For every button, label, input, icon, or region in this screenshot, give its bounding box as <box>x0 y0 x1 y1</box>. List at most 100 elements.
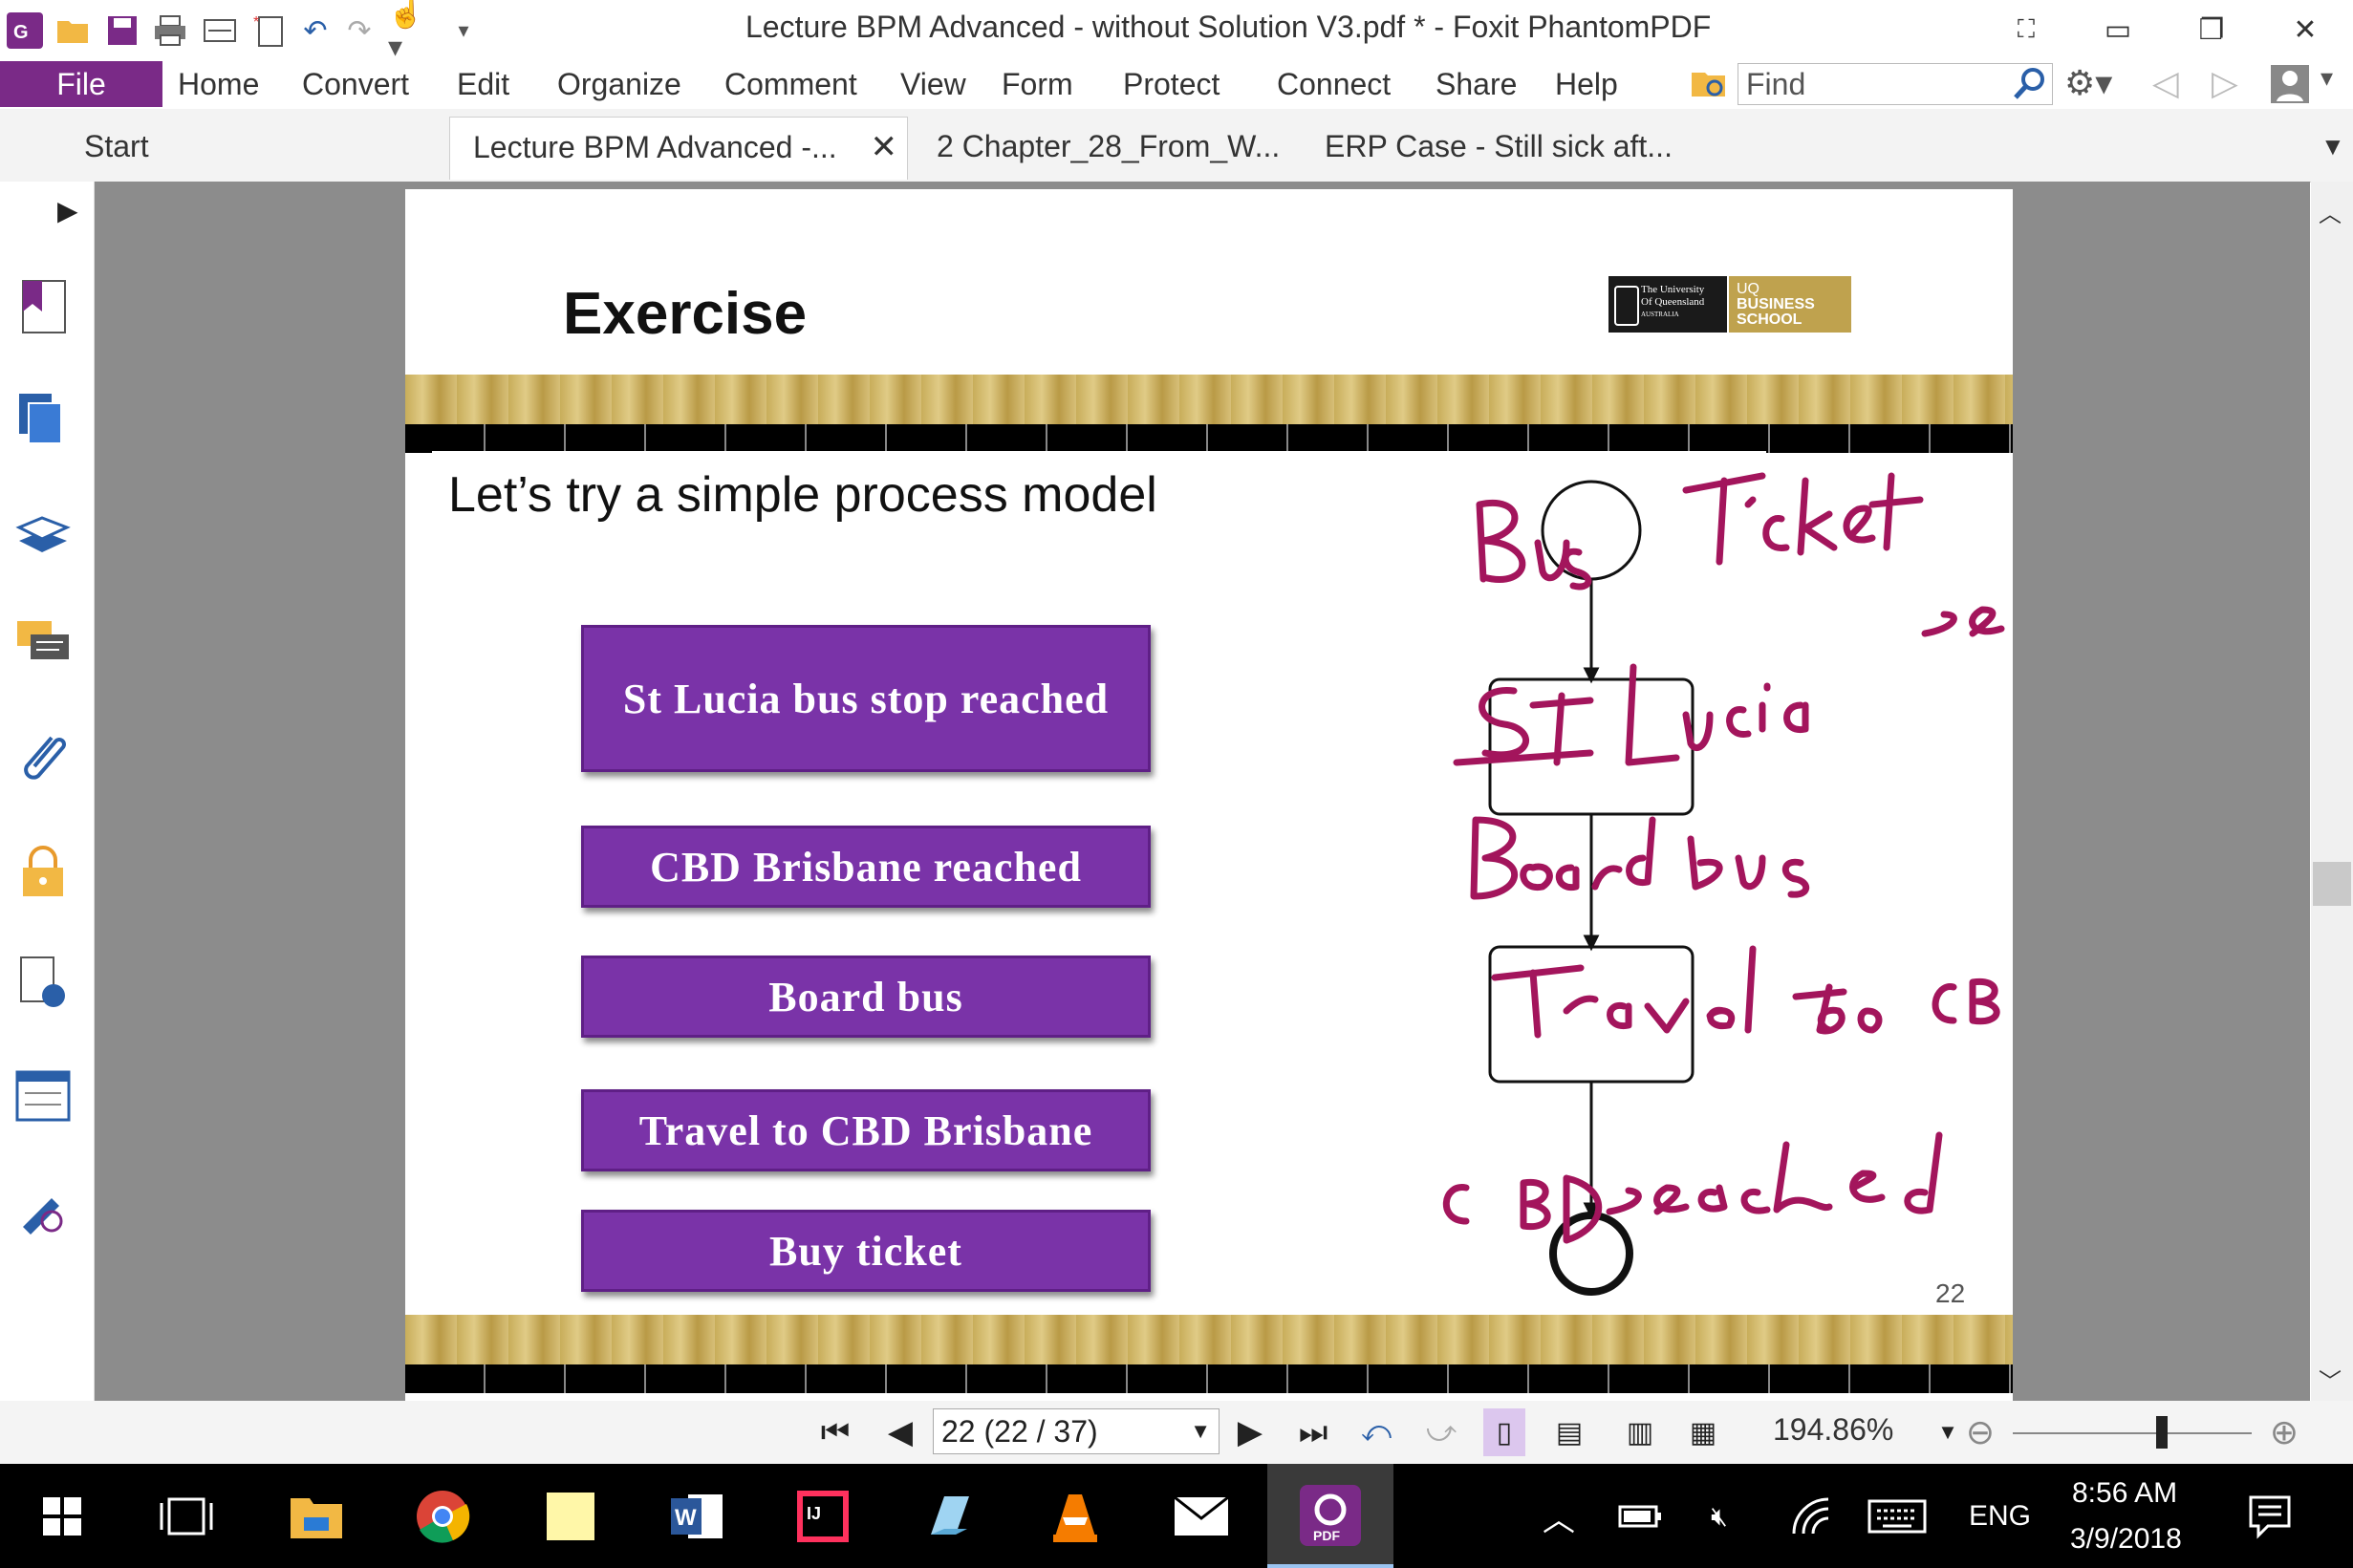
ribbon-display-icon[interactable]: ▭ <box>2089 6 2147 54</box>
zoom-slider-thumb[interactable] <box>2156 1416 2168 1449</box>
security-icon[interactable] <box>13 841 73 900</box>
pages-icon[interactable] <box>13 390 73 449</box>
file-explorer-icon[interactable] <box>285 1485 348 1548</box>
close-tab-icon[interactable]: ✕ <box>871 118 898 177</box>
keyboard-icon[interactable] <box>1866 1485 1929 1548</box>
menu-connect[interactable]: Connect <box>1277 67 1391 102</box>
page-dropdown-icon[interactable]: ▼ <box>1190 1409 1211 1453</box>
print-icon[interactable] <box>151 10 189 52</box>
open-folder-icon[interactable] <box>54 10 92 52</box>
foxit-logo-icon[interactable]: G <box>6 10 44 52</box>
signature-icon[interactable] <box>13 1179 73 1238</box>
tab-lecture-bpm[interactable]: Lecture BPM Advanced -... ✕ <box>449 117 908 180</box>
tab-list-dropdown-icon[interactable]: ▼ <box>2321 132 2345 161</box>
redo-icon[interactable]: ↷ <box>340 10 378 52</box>
paint-icon[interactable] <box>917 1485 981 1548</box>
battery-icon[interactable] <box>1609 1485 1673 1548</box>
menu-comment[interactable]: Comment <box>724 67 857 102</box>
clock-time[interactable]: 8:56 AM <box>2072 1477 2177 1510</box>
customize-dropdown-icon[interactable]: ▾ <box>449 10 478 52</box>
find-input[interactable]: Find <box>1738 63 2053 105</box>
mute-icon[interactable]: 🔇︎ <box>1688 1485 1751 1548</box>
fullscreen-icon[interactable]: ⛶ <box>1997 6 2055 54</box>
mail-icon[interactable] <box>1170 1485 1233 1548</box>
next-view-icon[interactable]: ⤻ <box>1420 1408 1462 1456</box>
continuous-page-icon[interactable]: ▤ <box>1548 1408 1590 1456</box>
ink-reached-top <box>1921 606 2005 637</box>
scroll-thumb[interactable] <box>2313 862 2351 906</box>
tab-chapter-28[interactable]: 2 Chapter_28_From_W... <box>914 117 1296 180</box>
menu-edit[interactable]: Edit <box>457 67 509 102</box>
attachments-icon[interactable] <box>13 728 73 787</box>
bookmark-icon[interactable] <box>13 277 73 336</box>
zoom-in-icon[interactable]: ⊕ <box>2263 1408 2305 1456</box>
layers-icon[interactable] <box>13 503 73 562</box>
intellij-icon[interactable]: IJ <box>791 1485 854 1548</box>
new-icon[interactable]: * <box>250 10 289 52</box>
last-page-icon[interactable]: ⏭ <box>1292 1408 1334 1456</box>
close-icon[interactable]: ✕ <box>2277 6 2334 54</box>
expand-arrow-icon[interactable]: ▶ <box>57 195 78 226</box>
menu-view[interactable]: View <box>900 67 966 102</box>
action-center-icon[interactable] <box>2238 1485 2301 1548</box>
vertical-scrollbar[interactable]: ︿ ﹀ <box>2311 182 2353 1401</box>
chrome-icon[interactable] <box>411 1485 474 1548</box>
forward-arrow-icon[interactable]: ▷ <box>2212 63 2238 103</box>
facing-pages-icon[interactable]: ▥ <box>1619 1408 1661 1456</box>
undo-icon[interactable]: ↶ <box>296 10 335 52</box>
scan-icon[interactable] <box>201 10 239 52</box>
wifi-icon[interactable] <box>1780 1485 1843 1548</box>
menu-home[interactable]: Home <box>178 67 259 102</box>
menu-form[interactable]: Form <box>1002 67 1073 102</box>
document-viewport[interactable]: Exercise The University Of Queensland AU… <box>95 182 2310 1401</box>
scroll-up-icon[interactable]: ︿ <box>2319 195 2342 228</box>
menu-organize[interactable]: Organize <box>557 67 681 102</box>
save-icon[interactable] <box>103 10 141 52</box>
menu-convert[interactable]: Convert <box>302 67 409 102</box>
menu-protect[interactable]: Protect <box>1123 67 1220 102</box>
find-tool-icon[interactable] <box>1688 63 1730 105</box>
restore-icon[interactable]: ❐ <box>2183 6 2240 54</box>
previous-page-icon[interactable]: ◀ <box>879 1408 921 1456</box>
tab-erp-case[interactable]: ERP Case - Still sick aft... <box>1302 117 1703 180</box>
tab-label: Lecture BPM Advanced -... <box>473 130 837 164</box>
title-bar: G * ↶ ↷ ☝▾ ▾ Lecture BPM Advanced - with… <box>0 0 2353 63</box>
zoom-out-icon[interactable]: ⊖ <box>1959 1408 2001 1456</box>
previous-view-icon[interactable]: ⤺ <box>1355 1408 1397 1456</box>
single-page-icon[interactable]: ▯ <box>1483 1408 1525 1456</box>
hand-tool-icon[interactable]: ☝▾ <box>388 0 436 63</box>
first-page-icon[interactable]: ⏮ <box>814 1408 856 1456</box>
show-hidden-icon[interactable]: ︿ <box>1527 1485 1590 1548</box>
clock-date[interactable]: 3/9/2018 <box>2070 1523 2182 1556</box>
vlc-icon[interactable] <box>1044 1485 1107 1548</box>
fields-icon[interactable] <box>13 1066 73 1126</box>
svg-text:W: W <box>675 1505 697 1531</box>
task-view-icon[interactable] <box>155 1485 218 1548</box>
more-dropdown-icon[interactable]: ▾ <box>2321 63 2333 93</box>
tab-start[interactable]: Start <box>61 117 443 180</box>
next-page-icon[interactable]: ▶ <box>1229 1408 1271 1456</box>
navigation-panel: ▶ <box>0 182 95 1401</box>
zoom-level[interactable]: 194.86% <box>1773 1412 1893 1448</box>
continuous-facing-icon[interactable]: ▦ <box>1682 1408 1724 1456</box>
foxit-taskbar-active[interactable]: PDF <box>1267 1464 1393 1568</box>
language-indicator[interactable]: ENG <box>1969 1500 2031 1533</box>
search-icon[interactable] <box>2011 65 2049 103</box>
start-event-circle <box>1541 480 1642 581</box>
word-icon[interactable]: W <box>665 1485 728 1548</box>
status-bar: ⏮ ◀ 22 (22 / 37) ▼ ▶ ⏭ ⤺ ⤻ ▯ ▤ ▥ ▦ 194.8… <box>0 1401 2353 1464</box>
page-number-select[interactable]: 22 (22 / 37) ▼ <box>933 1408 1220 1454</box>
settings-gear-icon[interactable]: ⚙▾ <box>2064 63 2112 103</box>
comments-icon[interactable] <box>13 615 73 675</box>
sticky-notes-icon[interactable] <box>539 1485 602 1548</box>
file-menu[interactable]: File <box>0 61 162 107</box>
accessibility-icon[interactable] <box>13 954 73 1013</box>
zoom-slider-track[interactable] <box>2013 1432 2252 1434</box>
foxit-pdf-icon[interactable]: PDF <box>1300 1485 1361 1546</box>
scroll-down-icon[interactable]: ﹀ <box>2319 1363 2342 1396</box>
menu-share[interactable]: Share <box>1436 67 1517 102</box>
windows-start-icon[interactable] <box>31 1485 94 1548</box>
back-arrow-icon[interactable]: ◁ <box>2152 63 2179 103</box>
user-account-icon[interactable] <box>2269 63 2311 105</box>
menu-help[interactable]: Help <box>1555 67 1618 102</box>
